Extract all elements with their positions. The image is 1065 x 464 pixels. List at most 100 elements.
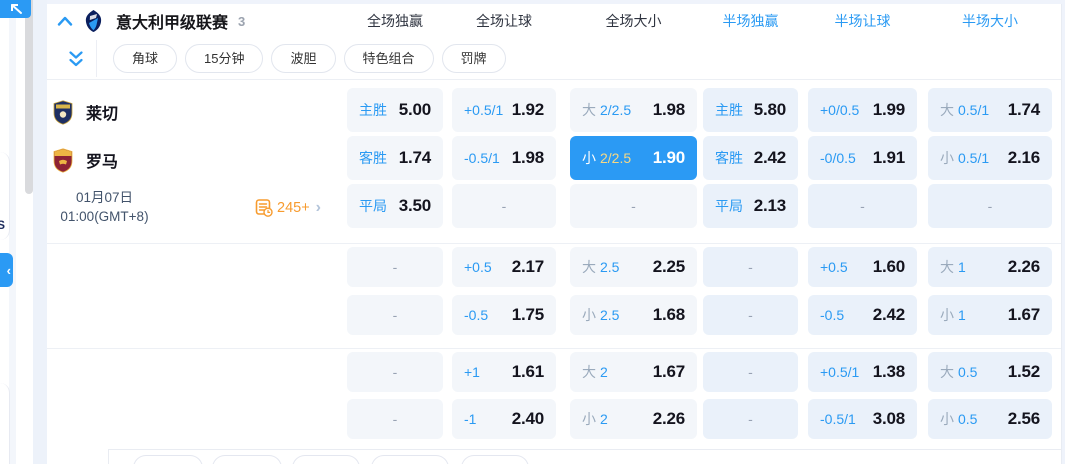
odds-cell[interactable]: 小 0.5 2.56 xyxy=(928,399,1052,439)
odds-value: 1.68 xyxy=(652,305,685,324)
odds-cell-empty: - xyxy=(703,399,798,439)
background-strip xyxy=(9,0,16,464)
odds-cell[interactable]: +0.5/1 1.38 xyxy=(808,352,917,392)
chevron-right-icon: › xyxy=(315,199,321,216)
odds-label: 大 2.5 xyxy=(582,259,620,275)
odds-cell[interactable]: +0.5 2.17 xyxy=(452,247,556,287)
collapse-league-button[interactable] xyxy=(57,16,73,26)
odds-cell-empty: - xyxy=(347,295,443,335)
odds-cell[interactable]: 大 2.5 2.25 xyxy=(570,247,697,287)
odds-cell[interactable]: -0/0.5 1.91 xyxy=(808,136,917,180)
cutoff-pill xyxy=(371,455,449,464)
filter-pill-cards[interactable]: 罚牌 xyxy=(441,44,506,73)
odds-value: 1.75 xyxy=(511,305,544,324)
odds-cell[interactable]: -0.5/1 3.08 xyxy=(808,399,917,439)
odds-cell[interactable]: -0.5/1 1.98 xyxy=(452,136,556,180)
group-separator xyxy=(47,348,1061,349)
collapse-sidebar-button[interactable]: ‹ xyxy=(0,253,13,287)
filter-pill-specials[interactable]: 特色组合 xyxy=(343,44,434,73)
more-markets-link[interactable]: 245+ › xyxy=(255,184,321,232)
odds-label: -0/0.5 xyxy=(820,150,856,166)
expand-all-button[interactable] xyxy=(69,51,83,73)
column-header-halftime-overunder[interactable]: 半场大小 xyxy=(928,11,1052,31)
column-header-halftime-handicap[interactable]: 半场让球 xyxy=(808,11,917,31)
odds-value: 3.08 xyxy=(872,409,905,428)
odds-cell[interactable]: 主胜 5.00 xyxy=(347,88,443,132)
odds-label: 平局 xyxy=(715,198,743,214)
odds-cell[interactable]: 平局 3.50 xyxy=(347,184,443,228)
odds-label: 小1 xyxy=(940,307,966,323)
odds-value: 5.00 xyxy=(398,100,431,119)
odds-label: +0.5/1 xyxy=(464,102,504,118)
column-header-fulltime-1x2: 全场独赢 xyxy=(367,13,423,29)
cutoff-pill xyxy=(461,455,529,464)
odds-label: 主胜 xyxy=(715,102,743,118)
odds-value: 3.50 xyxy=(398,196,431,215)
odds-label: -0.5/1 xyxy=(820,411,856,427)
odds-label: 大1 xyxy=(940,259,966,275)
filter-pill-15min[interactable]: 15分钟 xyxy=(185,44,264,73)
cutoff-left-panel: S xyxy=(0,152,10,240)
odds-label: 小2 xyxy=(582,411,608,427)
filter-pill-corners[interactable]: 角球 xyxy=(113,44,178,73)
odds-cell[interactable]: -0.5 1.75 xyxy=(452,295,556,335)
scrollbar-thumb[interactable] xyxy=(25,0,33,194)
odds-label: +0.5 xyxy=(464,259,492,275)
odds-cell[interactable]: 客胜 2.42 xyxy=(703,136,798,180)
odds-label: 大2 xyxy=(582,364,608,380)
match-time-row: 01月07日 01:00(GMT+8) 245+ › xyxy=(47,184,347,232)
odds-value: 1.92 xyxy=(511,100,544,119)
odds-value: 1.38 xyxy=(872,362,905,381)
odds-cell[interactable]: 小 0.5/1 2.16 xyxy=(928,136,1052,180)
roma-crest-icon xyxy=(53,147,73,173)
odds-cell[interactable]: -0.5 2.42 xyxy=(808,295,917,335)
filter-pill-correct-score[interactable]: 波胆 xyxy=(271,44,336,73)
double-chevron-down-icon xyxy=(69,51,83,67)
back-button[interactable] xyxy=(0,0,31,18)
odds-cell[interactable]: 大 0.5/1 1.74 xyxy=(928,88,1052,132)
odds-cell[interactable]: 平局 2.13 xyxy=(703,184,798,228)
league-header: 意大利甲级联赛 3 全场独赢 全场让球 全场大小 半场独赢 半场让球 半场大小 xyxy=(47,4,1061,38)
odds-cell[interactable]: -1 2.40 xyxy=(452,399,556,439)
odds-value: 1.67 xyxy=(652,362,685,381)
odds-label: 主胜 xyxy=(359,102,387,118)
odds-label: +0.5 xyxy=(820,259,848,275)
odds-cell[interactable]: +1 1.61 xyxy=(452,352,556,392)
column-header-halftime-1x2[interactable]: 半场独赢 xyxy=(703,11,798,31)
away-team-row[interactable]: 罗马 xyxy=(47,136,347,184)
odds-value: 2.17 xyxy=(511,257,544,276)
odds-cell-empty: - xyxy=(703,295,798,335)
odds-cell[interactable]: 大 0.5 1.52 xyxy=(928,352,1052,392)
odds-cell[interactable]: +0/0.5 1.99 xyxy=(808,88,917,132)
league-card: 意大利甲级联赛 3 全场独赢 全场让球 全场大小 半场独赢 半场让球 半场大小 … xyxy=(47,4,1062,464)
betting-odds-page: S ‹ 意大利甲级联赛 3 全场独赢 全场让球 全场大小 半场独赢 xyxy=(0,0,1065,464)
home-team-row[interactable]: 莱切 xyxy=(47,88,347,136)
column-header-fulltime-overunder: 全场大小 xyxy=(605,13,662,29)
league-match-count: 3 xyxy=(238,13,246,29)
odds-cell[interactable]: 小 1 1.67 xyxy=(928,295,1052,335)
divider xyxy=(96,40,97,77)
odds-cell[interactable]: 大 2 1.67 xyxy=(570,352,697,392)
odds-label: 小 2.5 xyxy=(582,307,620,323)
odds-value: 1.52 xyxy=(1007,362,1040,381)
odds-label: 大 2/2.5 xyxy=(582,102,632,118)
odds-cell[interactable]: 小 2 2.26 xyxy=(570,399,697,439)
odds-cell[interactable]: 大 1 2.26 xyxy=(928,247,1052,287)
match-time: 01:00(GMT+8) xyxy=(60,209,149,224)
odds-value: 1.60 xyxy=(872,257,905,276)
odds-label: 小 0.5 xyxy=(940,411,978,427)
odds-value: 1.74 xyxy=(1007,100,1040,119)
odds-cell[interactable]: +0.5 1.60 xyxy=(808,247,917,287)
odds-cell-selected[interactable]: 小 2/2.5 1.90 xyxy=(570,136,697,180)
odds-value: 1.99 xyxy=(872,100,905,119)
odds-cell[interactable]: 客胜 1.74 xyxy=(347,136,443,180)
odds-value: 1.90 xyxy=(652,148,685,167)
odds-value: 2.26 xyxy=(652,409,685,428)
odds-label: 小 0.5/1 xyxy=(940,150,990,166)
odds-cell[interactable]: 大 2/2.5 1.98 xyxy=(570,88,697,132)
odds-cell[interactable]: +0.5/1 1.92 xyxy=(452,88,556,132)
odds-cell[interactable]: 小 2.5 1.68 xyxy=(570,295,697,335)
odds-cell[interactable]: 主胜 5.80 xyxy=(703,88,798,132)
odds-value: 2.40 xyxy=(511,409,544,428)
market-filter-row: 角球 15分钟 波胆 特色组合 罚牌 xyxy=(47,38,1061,80)
